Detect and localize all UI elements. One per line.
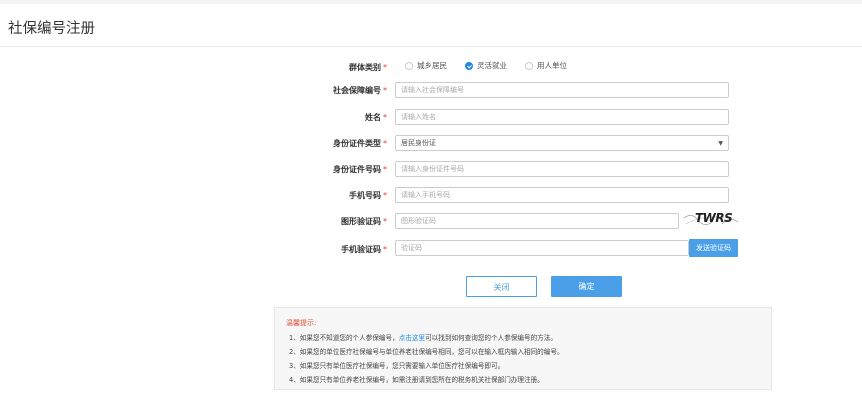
id-no-label: 身份证件号码 * [333,165,387,174]
radio-employer[interactable]: 用人单位 [525,60,567,71]
confirm-button[interactable]: 确定 [551,276,622,297]
radio-checked-icon [465,61,473,70]
social-security-no-input[interactable]: 请输入社会保障编号 [395,82,729,98]
image-captcha-label: 图形验证码 * [341,217,387,226]
tips-panel: 温馨提示: 1、如果您不知道您的个人参保编号，点击这里可以找到如何查询您的个人参… [274,307,772,390]
page-frame: 社保编号注册 群体类别 * 城乡居民 灵活就业 用人单位 社会保障编号 * 请输入社… [0,4,862,412]
id-no-input[interactable]: 请输入身份证件号码 [395,161,729,177]
social-security-no-label: 社会保障编号 * [333,86,387,95]
group-type-label: 群体类别 * [349,63,387,72]
phone-label: 手机号码 * [349,191,387,200]
radio-urban-rural[interactable]: 城乡居民 [405,60,447,71]
page-title: 社保编号注册 [8,21,95,37]
radio-circle-icon [405,61,413,70]
tips-title: 温馨提示: [286,319,317,327]
id-type-label: 身份证件类型 * [333,139,387,148]
phone-input[interactable]: 请输入手机号码 [395,187,729,203]
radio-circle-icon [525,61,533,70]
name-label: 姓名 * [365,113,387,122]
close-button[interactable]: 关闭 [466,276,537,297]
group-type-radio-group: 城乡居民 灵活就业 用人单位 [405,60,575,71]
tip-item-1: 1、如果您不知道您的个人参保编号，点击这里可以找到如何查询您的个人参保编号的方法… [289,334,557,342]
tip-item-3: 3、如果您只有单位医疗社保编号，您只需要输入单位医疗社保编号即可。 [289,362,505,370]
captcha-image[interactable]: TWRS [682,210,740,230]
id-type-select[interactable]: 居民身份证 ▼ [395,135,729,151]
image-captcha-input[interactable]: 图形验证码 [395,213,679,229]
tip-item-2: 2、如果您的单位医疗社保编号与单位养老社保编号相同，您可以在输入框内输入相同的编… [289,348,564,356]
name-input[interactable]: 请输入姓名 [395,109,729,125]
sms-captcha-input[interactable]: 验证码 [395,240,689,256]
radio-flexible-employment[interactable]: 灵活就业 [465,60,507,71]
sms-captcha-label: 手机验证码 * [341,245,387,254]
dropdown-arrow-icon: ▼ [718,140,723,147]
title-bar: 社保编号注册 [0,4,862,47]
click-here-link[interactable]: 点击这里 [399,334,425,342]
tip-item-4: 4、如果您只有单位养老社保编号，如需注册请到您所在的税务机关社保部门办理注册。 [289,376,544,384]
send-code-button[interactable]: 发送验证码 [689,239,738,257]
